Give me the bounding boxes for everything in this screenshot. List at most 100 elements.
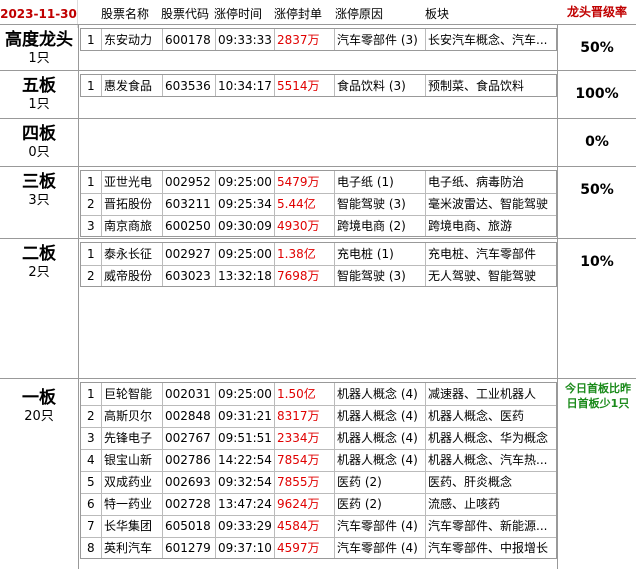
tier-name: 一板 [22, 388, 56, 408]
cell-separator [274, 405, 275, 427]
cell-separator [101, 515, 102, 537]
tier-divider [78, 118, 79, 166]
cell-separator [101, 493, 102, 515]
table-row[interactable]: 1 东安动力 600178 09:33:33 2837万 汽车零部件 (3) 长安汽车概念、… [81, 29, 556, 50]
cell-time: 09:33:33 [218, 33, 272, 47]
tier-count: 2只 [28, 265, 50, 280]
stock-table: 1 亚世光电 002952 09:25:00 5479万 电子纸 (1) 电子纸、病毒防治 2… [80, 170, 557, 237]
table-row[interactable]: 4 银宝山新 002786 14:22:54 7854万 机器人概念 (4) 机器人概念、汽… [81, 449, 556, 472]
cell-time: 14:22:54 [218, 453, 272, 467]
cell-separator [425, 215, 426, 236]
stock-table: 1 巨轮智能 002031 09:25:00 1.50亿 机器人概念 (4) 减速器、工业机… [80, 382, 557, 559]
tier-name: 三板 [22, 172, 56, 192]
cell-code: 605018 [165, 519, 211, 533]
cell-name: 东安动力 [104, 33, 153, 47]
cell-name: 高斯贝尔 [104, 409, 153, 423]
cell-separator [101, 383, 102, 405]
cell-separator [215, 193, 216, 215]
cell-seal: 7854万 [277, 453, 320, 467]
tier-label: 四板 0只 [0, 118, 78, 162]
cell-name: 长华集团 [104, 519, 153, 533]
tier-label: 五板 1只 [0, 70, 78, 114]
cell-separator [162, 171, 163, 193]
cell-separator [425, 427, 426, 449]
cell-sector: 跨境电商、旅游 [428, 219, 513, 233]
stock-table: 1 惠发食品 603536 10:34:17 5514万 食品饮料 (3) 预制菜、食品饮料 [80, 74, 557, 97]
cell-sector: 毫米波雷达、智能驾驶 [428, 197, 549, 211]
cell-separator [334, 427, 335, 449]
cell-code: 603023 [165, 269, 211, 283]
tier-divider [78, 24, 79, 70]
cell-seal: 2837万 [277, 33, 320, 47]
tier-count: 20只 [24, 409, 54, 424]
cell-name: 先锋电子 [104, 431, 153, 445]
cell-code: 603536 [165, 79, 211, 93]
cell-code: 002848 [165, 409, 211, 423]
cell-time: 13:32:18 [218, 269, 272, 283]
table-row[interactable]: 3 先锋电子 002767 09:51:51 2334万 机器人概念 (4) 机器人概念、华… [81, 427, 556, 450]
cell-code: 002952 [165, 175, 211, 189]
cell-separator [215, 215, 216, 236]
table-row[interactable]: 1 巨轮智能 002031 09:25:00 1.50亿 机器人概念 (4) 减速器、工业机… [81, 383, 556, 406]
cell-separator [425, 243, 426, 265]
cell-sector: 减速器、工业机器人 [428, 387, 537, 401]
cell-reason: 医药 (2) [337, 475, 382, 489]
tier-name: 二板 [22, 244, 56, 264]
cell-separator [215, 171, 216, 193]
cell-separator [334, 537, 335, 558]
cell-time: 09:33:29 [218, 519, 272, 533]
cell-code: 002767 [165, 431, 211, 445]
cell-sector: 长安汽车概念、汽车... [428, 33, 548, 47]
cell-separator [162, 383, 163, 405]
cell-seal: 5.44亿 [277, 197, 316, 211]
table-row[interactable]: 2 高斯贝尔 002848 09:31:21 8317万 机器人概念 (4) 机器人概念、医… [81, 405, 556, 428]
promotion-rate-value: 100% [575, 86, 619, 102]
table-row[interactable]: 3 南京商旅 600250 09:30:09 4930万 跨境电商 (2) 跨境电商、旅游 [81, 215, 556, 236]
cell-time: 09:31:21 [218, 409, 272, 423]
table-row[interactable]: 1 泰永长征 002927 09:25:00 1.38亿 充电桩 (1) 充电桩、汽车零部件 [81, 243, 556, 266]
cell-separator [162, 449, 163, 471]
cell-time: 09:25:00 [218, 247, 272, 261]
cell-reason: 跨境电商 (2) [337, 219, 406, 233]
table-row[interactable]: 2 威帝股份 603023 13:32:18 7698万 智能驾驶 (3) 无人驾驶、智能驾… [81, 265, 556, 286]
cell-time: 09:37:10 [218, 541, 272, 555]
cell-separator [425, 193, 426, 215]
cell-name: 亚世光电 [104, 175, 153, 189]
cell-separator [334, 493, 335, 515]
table-row[interactable]: 1 亚世光电 002952 09:25:00 5479万 电子纸 (1) 电子纸、病毒防治 [81, 171, 556, 194]
table-row[interactable]: 6 特一药业 002728 13:47:24 9624万 医药 (2) 流感、止咳药 [81, 493, 556, 516]
cell-separator [425, 493, 426, 515]
cell-name: 英利汽车 [104, 541, 153, 555]
cell-separator [334, 29, 335, 50]
cell-separator [274, 193, 275, 215]
cell-sector: 机器人概念、华为概念 [428, 431, 549, 445]
table-row[interactable]: 2 晋拓股份 603211 09:25:34 5.44亿 智能驾驶 (3) 毫米波雷达、智能… [81, 193, 556, 216]
promotion-rate-value: 50% [580, 40, 614, 56]
table-row[interactable]: 1 惠发食品 603536 10:34:17 5514万 食品饮料 (3) 预制菜、食品饮料 [81, 75, 556, 96]
tier-divider [78, 378, 79, 569]
cell-seal: 1.50亿 [277, 387, 316, 401]
cell-separator [101, 537, 102, 558]
cell-seal: 9624万 [277, 497, 320, 511]
cell-sector: 汽车零部件、中报增长 [428, 541, 549, 555]
cell-reason: 电子纸 (1) [337, 175, 394, 189]
stock-table: 1 东安动力 600178 09:33:33 2837万 汽车零部件 (3) 长安汽车概念、… [80, 28, 557, 51]
cell-separator [274, 493, 275, 515]
tier-count: 0只 [28, 145, 50, 160]
cell-time: 09:25:00 [218, 387, 272, 401]
stock-table: 1 泰永长征 002927 09:25:00 1.38亿 充电桩 (1) 充电桩、汽车零部件… [80, 242, 557, 287]
table-row[interactable]: 8 英利汽车 601279 09:37:10 4597万 汽车零部件 (4) 汽车零部件、中… [81, 537, 556, 558]
cell-separator [162, 265, 163, 286]
promotion-rate-value: 10% [580, 254, 614, 270]
cell-reason: 机器人概念 (4) [337, 387, 418, 401]
cell-sector: 汽车零部件、新能源... [428, 519, 548, 533]
cell-separator [215, 493, 216, 515]
cell-name: 晋拓股份 [104, 197, 153, 211]
cell-code: 603211 [165, 197, 211, 211]
table-row[interactable]: 7 长华集团 605018 09:33:29 4584万 汽车零部件 (4) 汽车零部件、新… [81, 515, 556, 538]
rate-divider [557, 166, 558, 238]
table-row[interactable]: 5 双成药业 002693 09:32:54 7855万 医药 (2) 医药、肝炎概念 [81, 471, 556, 494]
cell-code: 600250 [165, 219, 211, 233]
tier-divider [78, 238, 79, 378]
cell-separator [101, 193, 102, 215]
